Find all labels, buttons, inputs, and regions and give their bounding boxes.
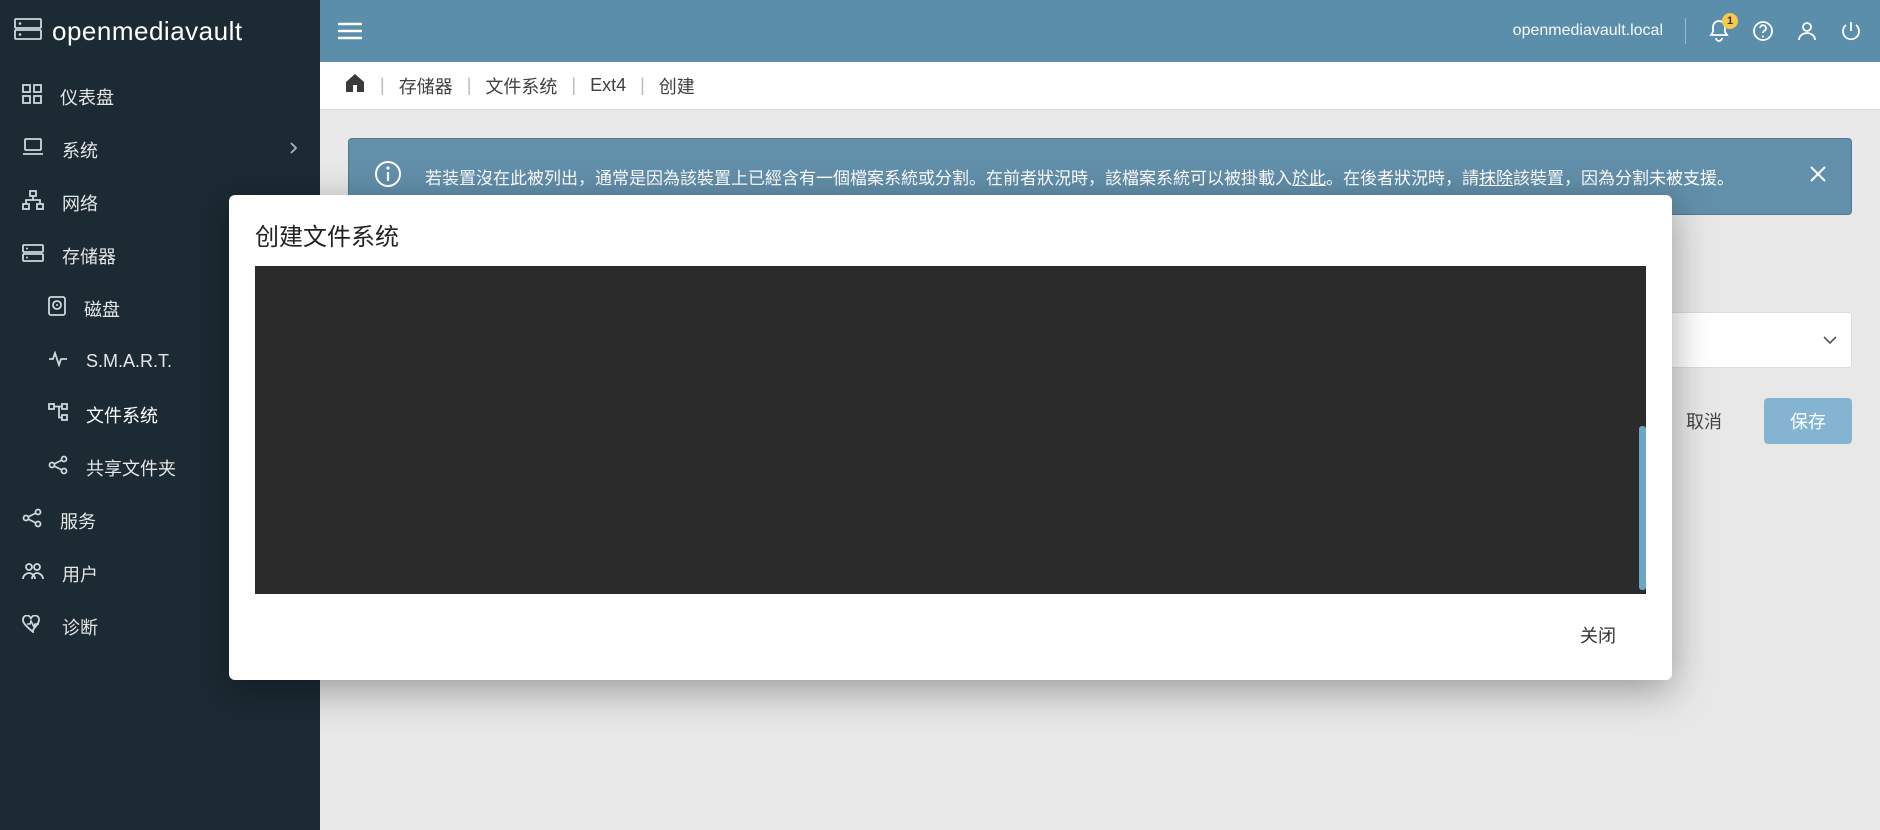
user-menu-button[interactable] [1796, 20, 1818, 42]
chevron-right-icon [288, 139, 298, 160]
info-text: 若装置沒在此被列出，通常是因為該裝置上已經含有一個檔案系統或分割。在前者狀況時，… [425, 164, 1734, 189]
activity-icon [48, 351, 68, 372]
hamburger-menu-button[interactable] [338, 22, 362, 40]
breadcrumb-separator: | [640, 75, 645, 96]
breadcrumb-item[interactable]: 文件系统 [485, 73, 557, 99]
sidebar-item-system[interactable]: 系统 [0, 123, 320, 176]
sidebar-item-label: 诊断 [62, 614, 98, 640]
sidebar-item-label: 仪表盘 [60, 84, 114, 110]
dialog-title: 创建文件系统 [229, 195, 1672, 266]
divider [1685, 18, 1686, 44]
laptop-icon [22, 138, 44, 161]
share-icon [48, 455, 68, 480]
share-icon [22, 508, 42, 533]
create-fs-dialog: 创建文件系统 The operation has completed succe… [229, 195, 1672, 680]
sidebar-item-label: 磁盘 [84, 296, 120, 322]
sidebar-item-label: 系统 [62, 137, 98, 163]
breadcrumb-separator: | [380, 75, 385, 96]
sidebar-item-label: 用户 [62, 561, 98, 587]
breadcrumb-separator: | [467, 75, 472, 96]
sidebar-item-label: 存储器 [62, 243, 116, 269]
info-close-button[interactable] [1809, 165, 1827, 188]
sidebar-item-dashboard[interactable]: 仪表盘 [0, 70, 320, 123]
notifications-badge: 1 [1722, 13, 1738, 29]
breadcrumb-separator: | [571, 75, 576, 96]
brand[interactable]: openmediavault [0, 0, 320, 62]
notifications-button[interactable]: 1 [1708, 19, 1730, 43]
brand-logo-icon [14, 18, 42, 45]
sidebar-item-label: 服务 [60, 508, 96, 534]
sidebar-item-label: S.M.A.R.T. [86, 351, 172, 372]
help-button[interactable] [1752, 20, 1774, 42]
sidebar-item-label: 网络 [62, 190, 98, 216]
info-icon [373, 159, 403, 194]
info-link-mount[interactable]: 於此 [1292, 169, 1326, 188]
storage-icon [22, 244, 44, 267]
sidebar-item-label: 文件系统 [86, 402, 158, 428]
cancel-button[interactable]: 取消 [1660, 398, 1748, 444]
disk-icon [48, 296, 66, 321]
network-icon [22, 190, 44, 215]
topbar: openmediavault.local 1 [320, 0, 1880, 62]
dashboard-icon [22, 84, 42, 109]
breadcrumb-item[interactable]: Ext4 [590, 75, 626, 96]
users-icon [22, 562, 44, 585]
hostname-label: openmediavault.local [1513, 22, 1663, 40]
close-icon [1809, 168, 1827, 187]
home-icon [344, 77, 366, 97]
terminal-output[interactable]: The operation has completed successfully… [255, 266, 1646, 594]
tree-icon [48, 403, 68, 426]
sidebar-item-label: 共享文件夹 [86, 455, 176, 481]
dialog-close-button[interactable]: 关闭 [1554, 612, 1642, 658]
power-button[interactable] [1840, 20, 1862, 42]
breadcrumb: | 存储器 | 文件系统 | Ext4 | 创建 [320, 62, 1880, 110]
info-link-wipe[interactable]: 抹除 [1479, 169, 1513, 188]
dropdown-caret-icon [1823, 331, 1837, 349]
info-text-segment: 。在後者狀況時，請 [1326, 169, 1479, 188]
save-button[interactable]: 保存 [1764, 398, 1852, 444]
brand-text: openmediavault [52, 16, 243, 47]
terminal-scrollbar[interactable] [1639, 426, 1646, 590]
breadcrumb-item[interactable]: 创建 [659, 73, 695, 99]
breadcrumb-item[interactable]: 存储器 [399, 73, 453, 99]
info-text-segment: 若装置沒在此被列出，通常是因為該裝置上已經含有一個檔案系統或分割。在前者狀況時，… [425, 169, 1292, 188]
heart-activity-icon [22, 615, 44, 638]
breadcrumb-home[interactable] [344, 73, 366, 98]
info-text-segment: 該裝置，因為分割未被支援。 [1513, 169, 1734, 188]
